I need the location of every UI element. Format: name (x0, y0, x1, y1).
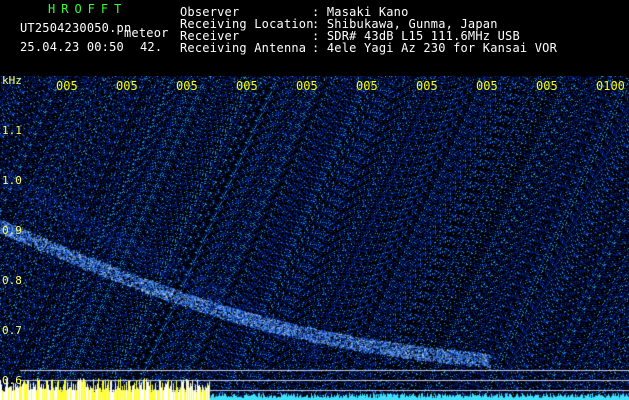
antenna-label: Receiving Antenna (180, 41, 307, 55)
header-panel: HROFFT UT2504230050.pn meteor 25.04.23 0… (0, 0, 629, 76)
antenna-value: : 4ele Yagi Az 230 for Kansai VOR (312, 41, 558, 55)
y-unit-label: kHz (2, 74, 22, 87)
y-tick: 0.9 (2, 224, 22, 237)
filename-suffix: meteor (124, 26, 169, 40)
x-tick: 005 (356, 79, 378, 93)
app-title: HROFFT (48, 2, 128, 16)
y-tick: 0.6 (2, 374, 22, 387)
x-tick: 0100 (596, 79, 625, 93)
y-tick: 0.7 (2, 324, 22, 337)
x-tick: 005 (176, 79, 198, 93)
x-tick: 005 (56, 79, 78, 93)
y-tick: 1.0 (2, 174, 22, 187)
y-tick: 1.1 (2, 124, 22, 137)
filename-label: UT2504230050.pn (20, 21, 132, 35)
x-tick: 005 (536, 79, 558, 93)
x-tick: 005 (116, 79, 138, 93)
x-tick: 005 (476, 79, 498, 93)
x-tick: 005 (416, 79, 438, 93)
y-tick: 0.8 (2, 274, 22, 287)
spectrogram-canvas (0, 76, 629, 400)
x-tick: 005 (296, 79, 318, 93)
datetime-label: 25.04.23 00:50 (20, 40, 124, 54)
x-tick: 005 (236, 79, 258, 93)
counter-label: 42. (140, 40, 163, 54)
